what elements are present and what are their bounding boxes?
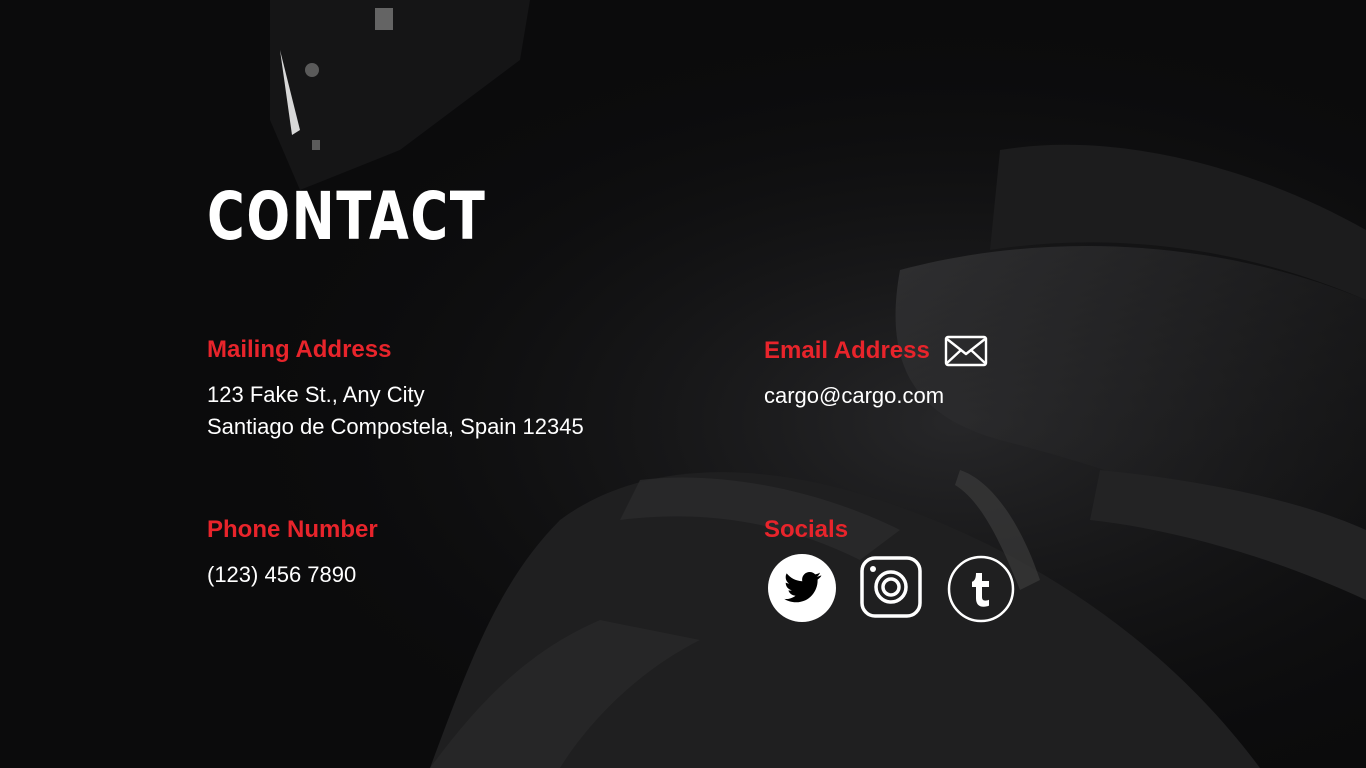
email-address-label: Email Address — [764, 337, 930, 364]
phone-number-label: Phone Number — [207, 516, 378, 543]
page-title: CONTACT — [207, 178, 487, 255]
contact-slide: CONTACT Mailing Address 123 Fake St., An… — [0, 0, 1366, 768]
email-address-value[interactable]: cargo@cargo.com — [764, 380, 944, 412]
mailing-address-line2: Santiago de Compostela, Spain 12345 — [207, 414, 584, 439]
mailing-address-line1: 123 Fake St., Any City — [207, 382, 425, 407]
envelope-icon — [944, 335, 988, 367]
socials-label: Socials — [764, 516, 849, 543]
tumblr-icon[interactable] — [947, 555, 1015, 623]
twitter-icon[interactable] — [767, 553, 837, 623]
mailing-address-label: Mailing Address — [207, 336, 392, 363]
instagram-icon[interactable] — [859, 555, 923, 619]
phone-number-value: (123) 456 7890 — [207, 562, 357, 587]
